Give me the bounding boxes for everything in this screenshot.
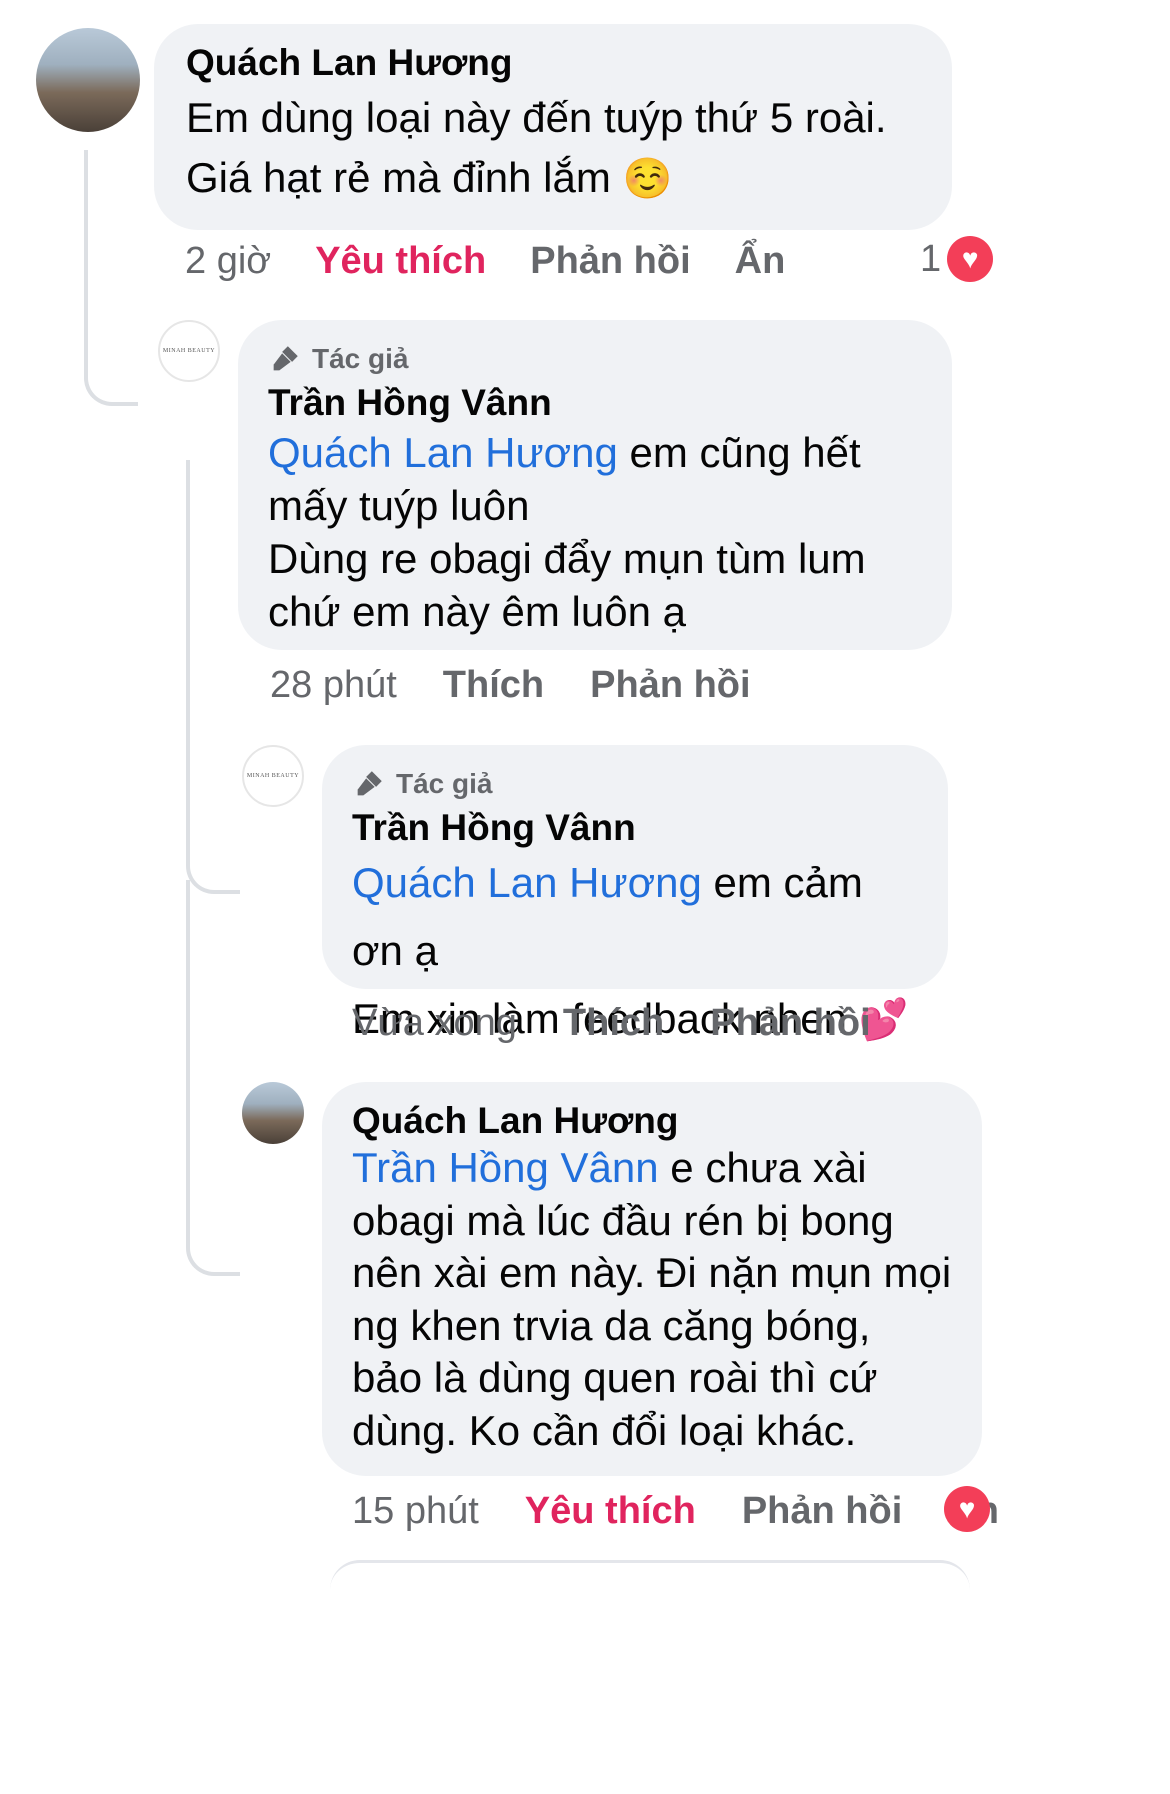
mention-link[interactable]: Quách Lan Hương (268, 429, 618, 476)
avatar[interactable] (36, 28, 140, 132)
thread-line-main (84, 150, 88, 350)
comment-time[interactable]: 2 giờ (185, 240, 271, 283)
comment-text: Quách Lan Hương em cũng hết mấy tuýp luô… (268, 429, 866, 635)
microphone-icon (273, 346, 298, 371)
comment-text: Trần Hồng Vânn e chưa xài obagi mà lúc đ… (352, 1144, 952, 1454)
comment-bubble: Tác giả Trần Hồng Vânn Quách Lan Hương e… (322, 745, 948, 1042)
reply-button[interactable]: Phản hồi (742, 1490, 902, 1533)
like-button[interactable]: Thích (443, 664, 544, 707)
heart-icon: ♥ (944, 1486, 990, 1532)
comment-bubble: Quách Lan Hương Em dùng loại này đến tuý… (154, 24, 952, 230)
thread-connector (186, 1200, 240, 1276)
comment-actions: 2 giờ Yêu thích Phản hồi Ẩn (185, 240, 785, 283)
comment-time[interactable]: 15 phút (352, 1490, 479, 1533)
avatar[interactable]: MINAH BEAUTY (158, 320, 220, 382)
like-button[interactable]: Thích (563, 1002, 664, 1045)
comment-time[interactable]: Vừa xong (352, 1002, 517, 1045)
comment-actions: Vừa xong Thích Phản hồi (352, 1002, 871, 1045)
comment-bubble: Tác giả Trần Hồng Vânn Quách Lan Hương e… (238, 320, 952, 650)
smiling-emoji: ☺️ (622, 157, 673, 201)
heart-icon: ♥ (947, 236, 994, 282)
avatar[interactable]: MINAH BEAUTY (242, 745, 304, 807)
thread-connector (84, 330, 138, 406)
thread-connector (186, 820, 240, 894)
thread-line-replies (186, 880, 190, 1240)
reaction-summary[interactable]: 1 ♥ (920, 236, 994, 282)
comment-bubble: Quách Lan Hương Trần Hồng Vânn e chưa xà… (322, 1082, 982, 1476)
mention-link[interactable]: Trần Hồng Vânn (352, 1144, 659, 1191)
logo-text: MINAH BEAUTY (162, 348, 216, 354)
next-comment-edge (330, 1560, 970, 1623)
reaction-summary[interactable]: ♥ (944, 1486, 990, 1532)
author-badge: Tác giả (268, 342, 922, 376)
like-button[interactable]: Yêu thích (315, 240, 486, 283)
author-badge: Tác giả (352, 767, 918, 801)
comment-text: Em dùng loại này đến tuýp thứ 5 roài. Gi… (186, 88, 920, 209)
like-button[interactable]: Yêu thích (525, 1490, 696, 1533)
comment-author[interactable]: Trần Hồng Vânn (268, 382, 922, 424)
reply-button[interactable]: Phản hồi (590, 664, 750, 707)
reply-button[interactable]: Phản hồi (710, 1002, 870, 1045)
reply-button[interactable]: Phản hồi (530, 240, 690, 283)
microphone-icon (357, 771, 382, 796)
comment-actions: 28 phút Thích Phản hồi (270, 664, 751, 707)
comment-author[interactable]: Quách Lan Hương (352, 1100, 952, 1142)
comment-author[interactable]: Quách Lan Hương (186, 42, 920, 84)
hide-button[interactable]: Ẩn (735, 240, 786, 283)
mention-link[interactable]: Quách Lan Hương (352, 859, 702, 906)
logo-text: MINAH BEAUTY (246, 773, 300, 779)
comment-author[interactable]: Trần Hồng Vânn (352, 807, 918, 849)
comment-actions: 15 phút Yêu thích Phản hồi Ẩn (352, 1490, 999, 1533)
reaction-count: 1 (920, 237, 942, 280)
avatar[interactable] (242, 1082, 304, 1144)
comment-time[interactable]: 28 phút (270, 664, 397, 707)
thread-line-replies (186, 460, 190, 840)
